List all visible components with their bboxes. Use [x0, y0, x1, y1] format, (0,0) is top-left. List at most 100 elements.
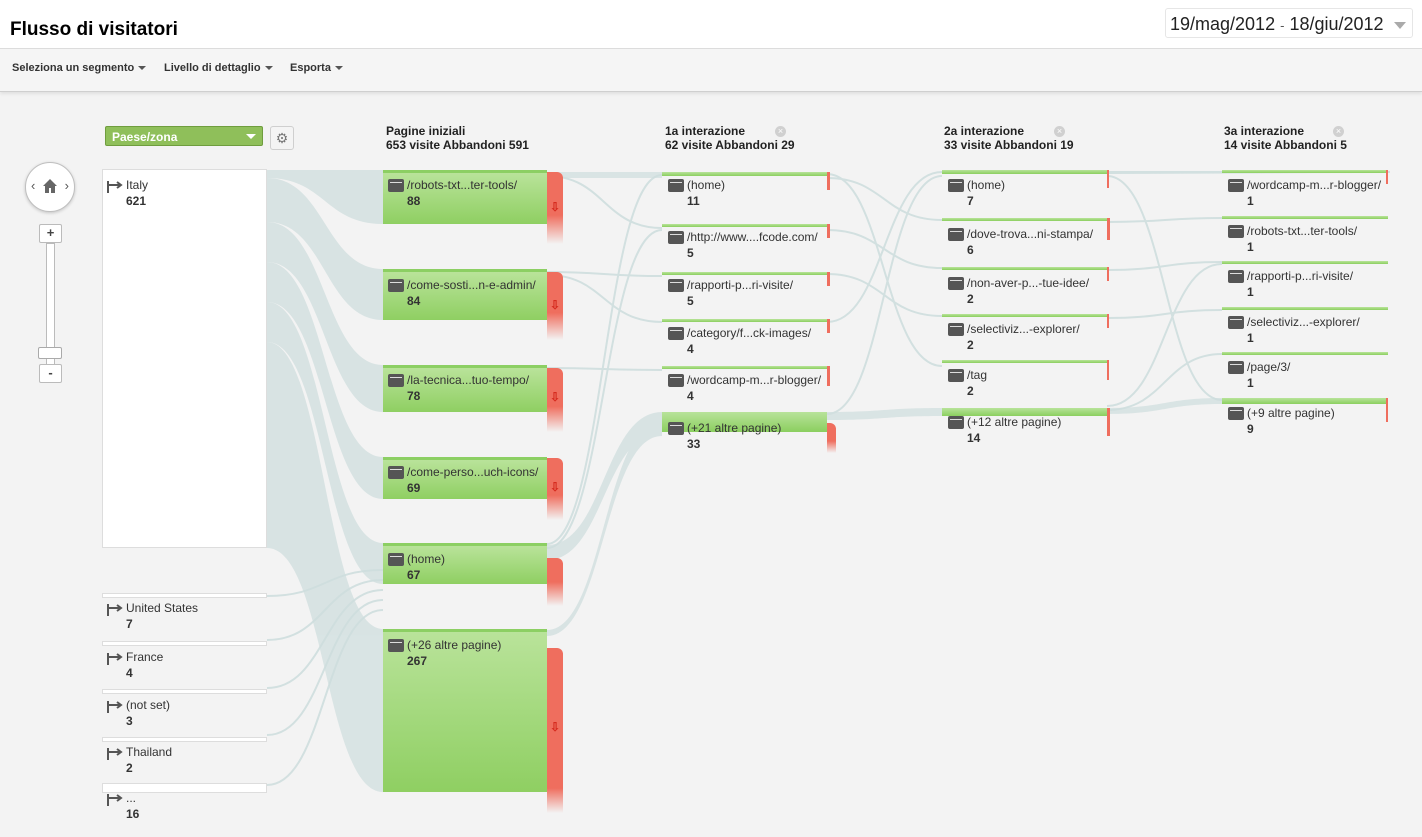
source-node-bar[interactable] — [102, 593, 267, 598]
zoom-in-button[interactable]: + — [39, 224, 62, 243]
column-stats: 62 visite Abbandoni 29 — [665, 138, 795, 152]
column-header-step3: 3a interazione 14 visite Abbandoni 5 — [1224, 124, 1347, 152]
drop-off-bar[interactable] — [1386, 170, 1388, 184]
pan-control: ‹ › — [25, 162, 75, 212]
page-item: /rapporti-p...ri-visite/ 1 — [1228, 268, 1353, 300]
drop-off-bar[interactable] — [827, 423, 836, 453]
arrow-down-icon: ⇩ — [550, 200, 561, 214]
page-icon — [948, 277, 964, 290]
drop-off-bar[interactable] — [1107, 408, 1110, 436]
source-count: 4 — [126, 666, 133, 680]
page-icon — [1228, 361, 1244, 374]
page-icon — [948, 179, 964, 192]
page-label: /rapporti-p...ri-visite/ — [687, 278, 794, 292]
interaction-node[interactable] — [1222, 352, 1388, 355]
page-icon — [668, 179, 684, 192]
drop-off-bar[interactable] — [827, 272, 830, 286]
drop-off-bar[interactable] — [1386, 398, 1388, 422]
traffic-source-icon — [107, 794, 123, 806]
page-count: 2 — [967, 384, 974, 398]
page-count: 7 — [967, 194, 974, 208]
page-count: 88 — [407, 194, 421, 208]
arrow-down-icon: ⇩ — [550, 720, 561, 734]
drop-off-bar[interactable] — [1107, 218, 1110, 240]
interaction-node[interactable] — [1222, 170, 1388, 173]
source-node-bar[interactable] — [102, 641, 267, 646]
dimension-dropdown[interactable]: Paese/zona — [105, 126, 263, 146]
zoom-slider-handle[interactable] — [38, 347, 62, 359]
page-item: (+9 altre pagine) 9 — [1228, 405, 1335, 437]
interaction-node[interactable] — [942, 170, 1107, 174]
page-item: /page/3/ 1 — [1228, 359, 1290, 391]
page-label: /category/f...ck-images/ — [687, 326, 812, 340]
drop-off-bar[interactable]: ⇩ — [547, 172, 563, 244]
drop-off-bar[interactable] — [827, 172, 830, 190]
page-icon — [388, 466, 404, 479]
interaction-node[interactable] — [1222, 216, 1388, 219]
drop-off-bar[interactable] — [1107, 360, 1109, 380]
source-node-italy[interactable] — [102, 169, 267, 548]
interaction-node[interactable] — [662, 272, 827, 275]
interaction-node[interactable] — [1222, 398, 1388, 404]
drop-off-bar[interactable]: ⇩ — [547, 458, 563, 520]
page-label: (+26 altre pagine) — [407, 638, 502, 652]
page-icon — [668, 231, 684, 244]
source-item[interactable]: Italy 621 — [106, 177, 148, 209]
source-item[interactable]: (not set) 3 — [106, 697, 170, 729]
page-label: /selectiviz...-explorer/ — [967, 322, 1080, 336]
page-count: 1 — [1247, 331, 1254, 345]
page-count: 78 — [407, 389, 421, 403]
pan-right-icon[interactable]: › — [65, 178, 69, 193]
page-icon — [388, 179, 404, 192]
pan-left-icon[interactable]: ‹ — [31, 178, 35, 193]
gear-icon[interactable]: ⚙ — [270, 126, 294, 150]
page-item: /selectiviz...-explorer/ 1 — [1228, 314, 1360, 346]
close-icon[interactable]: × — [1054, 126, 1065, 137]
interaction-node[interactable] — [942, 218, 1107, 221]
interaction-node[interactable] — [662, 224, 827, 227]
close-icon[interactable]: × — [775, 126, 786, 137]
interaction-node[interactable] — [662, 366, 827, 369]
page-count: 69 — [407, 481, 421, 495]
column-title: 3a interazione — [1224, 124, 1305, 138]
page-icon — [668, 279, 684, 292]
drop-off-bar[interactable]: ⇩ — [547, 272, 563, 340]
drop-off-bar[interactable] — [1107, 314, 1109, 328]
close-icon[interactable]: × — [1333, 126, 1344, 137]
interaction-node[interactable] — [942, 267, 1107, 270]
page-count: 6 — [967, 243, 974, 257]
source-item[interactable]: United States 7 — [106, 600, 198, 632]
drop-off-bar[interactable] — [827, 366, 830, 386]
page-icon — [388, 279, 404, 292]
page-label: /dove-trova...ni-stampa/ — [967, 227, 1094, 241]
drop-off-bar[interactable] — [1107, 170, 1109, 188]
traffic-source-icon — [107, 748, 123, 760]
source-node-bar[interactable] — [102, 689, 267, 694]
source-item[interactable]: ... 16 — [106, 790, 139, 822]
drop-off-bar[interactable]: ⇩ — [547, 648, 563, 813]
page-count: 14 — [967, 431, 981, 445]
home-icon[interactable] — [41, 177, 59, 195]
drop-off-bar[interactable]: ⇩ — [547, 368, 563, 432]
source-node-bar[interactable] — [102, 737, 267, 742]
interaction-node[interactable] — [942, 360, 1107, 363]
traffic-source-icon — [107, 653, 123, 665]
drop-off-bar[interactable] — [547, 558, 563, 606]
page-count: 4 — [687, 342, 694, 356]
drop-off-bar[interactable] — [827, 319, 830, 333]
interaction-node[interactable] — [1222, 261, 1388, 264]
page-label: /rapporti-p...ri-visite/ — [1247, 269, 1354, 283]
page-label: /non-aver-p...-tue-idee/ — [967, 276, 1090, 290]
page-label: (+21 altre pagine) — [687, 421, 782, 435]
interaction-node[interactable] — [942, 314, 1107, 317]
zoom-out-button[interactable]: - — [39, 364, 62, 383]
interaction-node[interactable] — [662, 319, 827, 322]
drop-off-bar[interactable] — [1107, 267, 1109, 281]
interaction-node[interactable] — [1222, 307, 1388, 310]
source-item[interactable]: France 4 — [106, 649, 163, 681]
page-icon — [668, 422, 684, 435]
drop-off-bar[interactable] — [827, 224, 830, 238]
page-count: 2 — [967, 292, 974, 306]
source-item[interactable]: Thailand 2 — [106, 744, 172, 776]
interaction-node[interactable] — [662, 172, 827, 176]
